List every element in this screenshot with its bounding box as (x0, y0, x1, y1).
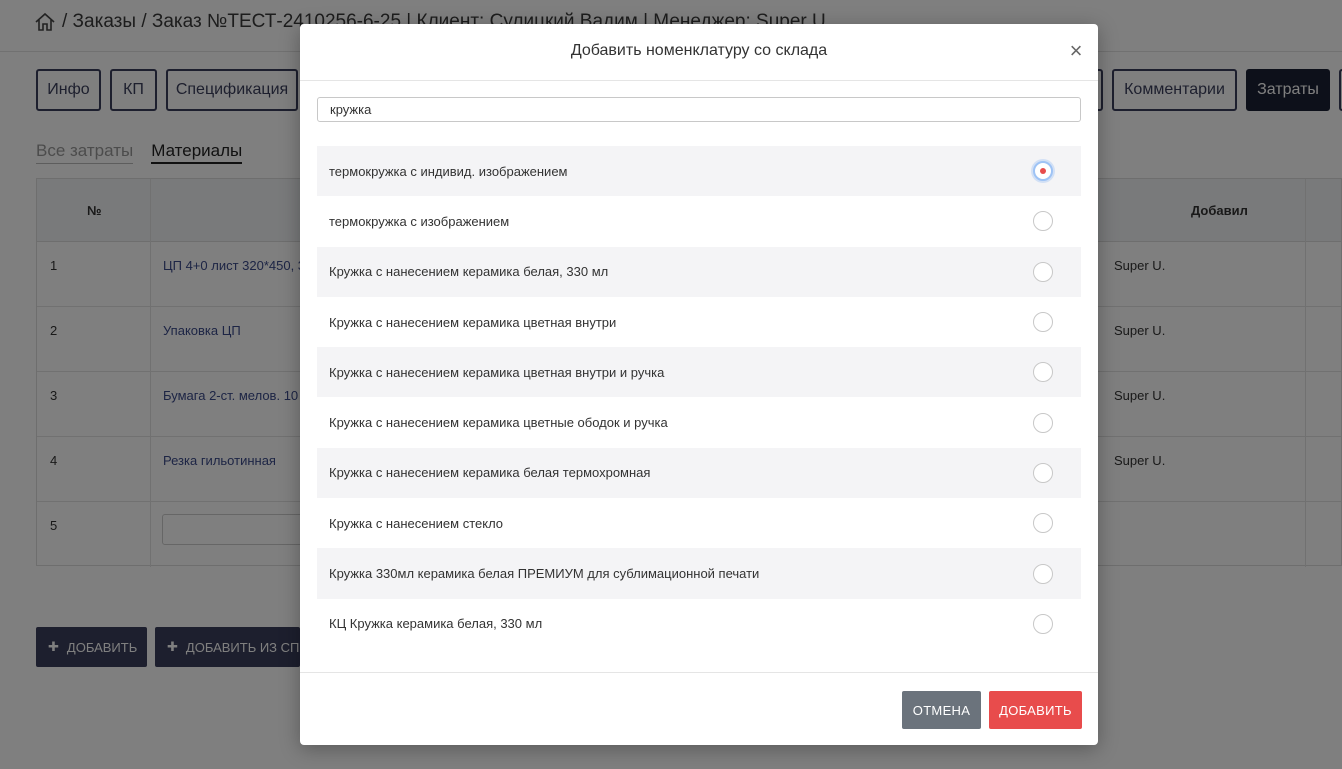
modal-header: Добавить номенклатуру со склада × (300, 24, 1098, 81)
add-nomenclature-modal: Добавить номенклатуру со склада × термок… (300, 24, 1098, 745)
search-input[interactable] (317, 97, 1081, 122)
close-icon[interactable]: × (1065, 40, 1087, 62)
list-item-label: Кружка с нанесением керамика цветная вну… (329, 364, 665, 380)
list-item[interactable]: Кружка с нанесением керамика цветные обо… (317, 397, 1081, 447)
cancel-button[interactable]: ОТМЕНА (902, 691, 981, 729)
list-item[interactable]: Кружка с нанесением керамика цветная вну… (317, 347, 1081, 398)
list-item[interactable]: КЦ Кружка керамика белая, 330 мл (317, 599, 1081, 649)
list-item[interactable]: Кружка с нанесением керамика цветная вну… (317, 297, 1081, 347)
list-item-label: Кружка с нанесением керамика цветные обо… (329, 415, 668, 431)
list-item[interactable]: Кружка с нанесением керамика белая термо… (317, 447, 1081, 499)
list-item-label: Кружка с нанесением керамика цветная вну… (329, 314, 617, 330)
list-item[interactable]: Кружка с нанесением стекло (317, 498, 1081, 548)
radio-button[interactable] (1033, 161, 1053, 182)
radio-button[interactable] (1033, 513, 1053, 534)
list-item[interactable]: Кружка с нанесением керамика белая, 330 … (317, 246, 1081, 297)
modal-footer: ОТМЕНА ДОБАВИТЬ (300, 672, 1098, 745)
list-item-label: КЦ Кружка керамика белая, 330 мл (329, 616, 543, 632)
list-item[interactable]: термокружка с изображением (317, 196, 1081, 246)
radio-button[interactable] (1033, 211, 1053, 232)
nomenclature-list: термокружка с индивид. изображением термо… (317, 146, 1081, 649)
radio-button[interactable] (1033, 613, 1053, 634)
list-item-label: термокружка с индивид. изображением (329, 163, 568, 179)
modal-title: Добавить номенклатуру со склада (570, 42, 828, 59)
add-submit-button[interactable]: ДОБАВИТЬ (989, 691, 1082, 729)
list-item-label: Кружка с нанесением керамика белая термо… (329, 465, 651, 481)
list-item-label: Кружка с нанесением стекло (329, 515, 504, 531)
radio-button[interactable] (1033, 563, 1053, 584)
radio-button[interactable] (1033, 462, 1053, 483)
list-item[interactable]: Кружка 330мл керамика белая ПРЕМИУМ для … (317, 548, 1081, 599)
radio-button[interactable] (1033, 312, 1053, 333)
radio-button[interactable] (1033, 362, 1053, 383)
list-item[interactable]: термокружка с индивид. изображением (317, 146, 1081, 197)
list-item-label: Кружка 330мл керамика белая ПРЕМИУМ для … (329, 566, 760, 582)
list-item-label: Кружка с нанесением керамика белая, 330 … (329, 264, 609, 280)
radio-button[interactable] (1033, 412, 1053, 433)
radio-button[interactable] (1033, 261, 1053, 282)
list-item-label: термокружка с изображением (329, 213, 510, 229)
